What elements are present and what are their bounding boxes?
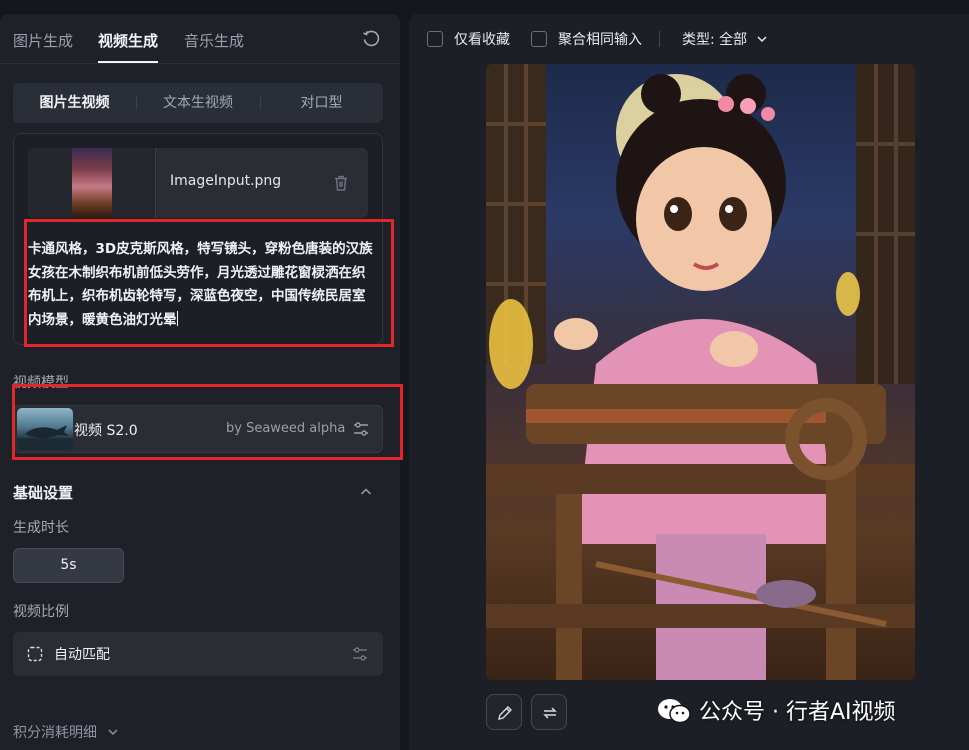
- file-name: ImageInput.png: [170, 173, 282, 189]
- input-card: ImageInput.png 卡通风格，3D皮克斯风格，特写镜头，穿粉色唐装的汉…: [13, 133, 383, 345]
- chevron-down-icon: [757, 36, 767, 43]
- aggregate-label: 聚合相同输入: [558, 32, 642, 48]
- prompt-text: 卡通风格，3D皮克斯风格，特写镜头，穿粉色唐装的汉族女孩在木制织布机前低头劳作，…: [28, 241, 373, 328]
- text-caret: [176, 310, 178, 326]
- subtab-text-to-video[interactable]: 文本生视频: [136, 83, 260, 123]
- watermark-text: 公众号 · 行者AI视频: [699, 700, 896, 725]
- type-filter-dropdown[interactable]: 类型: 全部: [682, 29, 768, 49]
- type-filter-label: 类型: 全部: [682, 32, 748, 48]
- duration-label: 生成时长: [13, 520, 69, 536]
- ratio-label: 视频比例: [13, 604, 69, 620]
- tab-image-generation[interactable]: 图片生成: [13, 30, 73, 51]
- generated-preview-image[interactable]: [486, 64, 915, 680]
- right-panel: 仅看收藏 聚合相同输入 类型: 全部: [409, 14, 969, 750]
- model-thumbnail: [17, 408, 73, 450]
- left-panel: 图片生成 视频生成 音乐生成 图片生视频 文本生视频 对口型 ImageInpu…: [0, 14, 400, 750]
- prompt-textarea[interactable]: 卡通风格，3D皮克斯风格，特写镜头，穿粉色唐装的汉族女孩在木制织布机前低头劳作，…: [28, 238, 376, 332]
- subtab-image-to-video[interactable]: 图片生视频: [13, 83, 136, 123]
- toolbar-divider: [659, 31, 660, 47]
- uploaded-file: ImageInput.png: [28, 148, 368, 218]
- edit-button[interactable]: [486, 694, 522, 730]
- trash-icon[interactable]: [332, 174, 350, 192]
- sliders-icon[interactable]: [351, 645, 369, 663]
- main-tabs: 图片生成 视频生成 音乐生成: [0, 14, 400, 64]
- wechat-watermark: 公众号 · 行者AI视频: [657, 694, 957, 728]
- model-name: 视频 S2.0: [74, 423, 138, 439]
- model-section-label: 视频模型: [13, 375, 69, 391]
- basic-settings-title: 基础设置: [13, 484, 74, 502]
- subtab-lip-sync[interactable]: 对口型: [260, 83, 383, 123]
- points-detail-toggle[interactable]: 积分消耗明细: [13, 722, 119, 742]
- model-provider: by Seaweed alpha: [226, 421, 346, 436]
- aggregate-checkbox[interactable]: [531, 31, 547, 47]
- points-label: 积分消耗明细: [13, 725, 97, 741]
- duration-5s-button[interactable]: 5s: [13, 548, 124, 583]
- sliders-icon[interactable]: [352, 420, 370, 438]
- tab-music-generation[interactable]: 音乐生成: [184, 30, 244, 51]
- sub-tabs: 图片生视频 文本生视频 对口型: [13, 83, 383, 123]
- auto-ratio-icon: [27, 646, 43, 662]
- pencil-icon: [498, 706, 512, 720]
- chevron-down-icon: [108, 729, 118, 736]
- tab-video-generation[interactable]: 视频生成: [98, 30, 159, 63]
- wechat-logo-icon: [658, 699, 691, 724]
- favorites-label: 仅看收藏: [454, 32, 510, 48]
- reset-icon[interactable]: [362, 30, 380, 48]
- regenerate-button[interactable]: [531, 694, 567, 730]
- ratio-value: 自动匹配: [54, 647, 110, 663]
- favorites-checkbox[interactable]: [427, 31, 443, 47]
- model-selector[interactable]: 视频 S2.0 by Seaweed alpha: [13, 405, 383, 453]
- ratio-selector[interactable]: 自动匹配: [13, 632, 383, 676]
- swap-arrows-icon: [543, 707, 557, 719]
- thumbnail-image: [72, 148, 112, 218]
- image-thumbnail[interactable]: [28, 148, 156, 218]
- chevron-up-icon[interactable]: [358, 484, 374, 500]
- whale-icon: [17, 425, 73, 450]
- preview-illustration: [486, 64, 915, 680]
